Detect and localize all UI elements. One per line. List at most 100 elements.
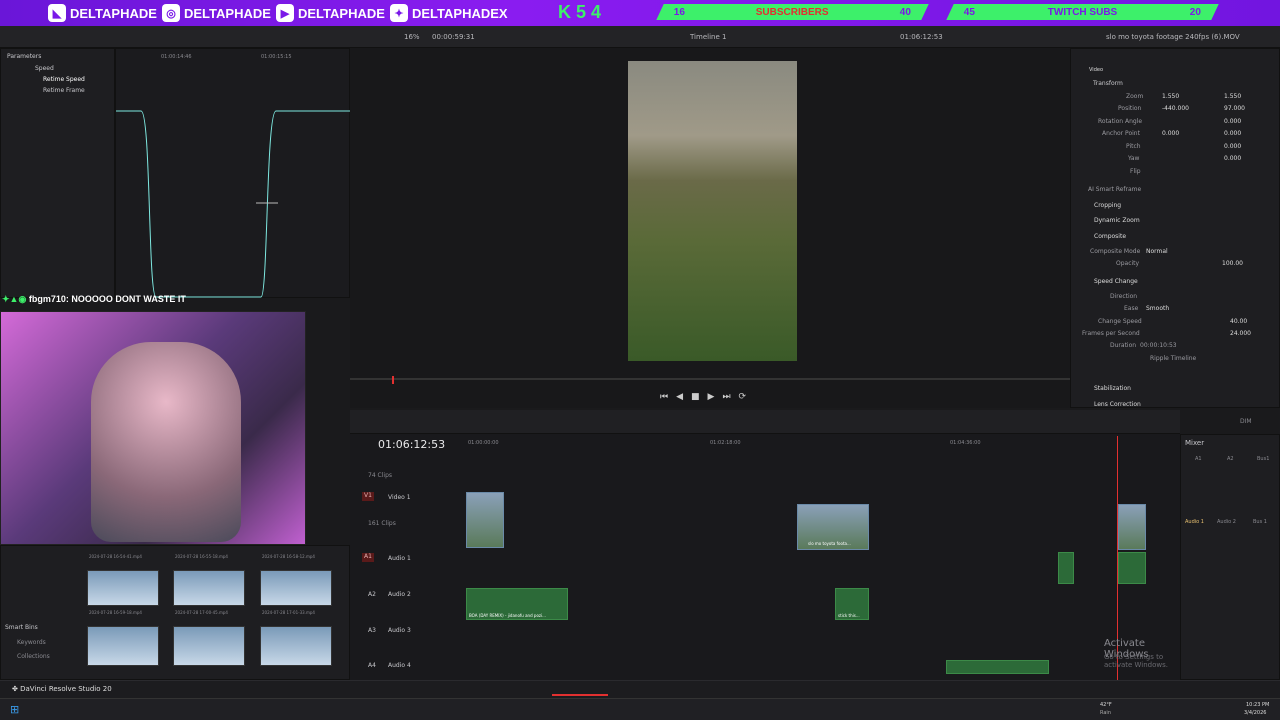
param-retime-frame[interactable]: Retime Frame <box>43 87 85 94</box>
scrubber[interactable] <box>350 378 1070 380</box>
section-label: Composite <box>1094 233 1127 240</box>
fps-row[interactable]: Frames per Second 24.000 <box>1080 330 1270 340</box>
collections-bin[interactable]: Collections <box>17 653 50 660</box>
row-label: Pitch <box>1126 143 1141 150</box>
video-clip[interactable] <box>1118 504 1146 550</box>
timeline-name[interactable]: Timeline 1 <box>690 33 726 41</box>
zoom-y[interactable]: 1.550 <box>1224 93 1241 100</box>
video-clip[interactable] <box>466 492 504 548</box>
row-label: Opacity <box>1116 260 1140 267</box>
section-stabilization[interactable]: Stabilization <box>1080 385 1270 395</box>
opacity-value[interactable]: 100.00 <box>1222 260 1243 267</box>
rotation-value[interactable]: 0.000 <box>1224 118 1241 125</box>
yaw-row[interactable]: Yaw 0.000 <box>1080 155 1270 165</box>
media-thumb[interactable] <box>260 626 332 666</box>
mixer-strip-label: Bus 1 <box>1253 519 1267 525</box>
media-thumb[interactable] <box>87 626 159 666</box>
ripple-row[interactable]: Ripple Timeline <box>1080 355 1270 365</box>
timeline[interactable]: 01:06:12:53 01:00:00:00 01:02:18:00 01:0… <box>350 434 1180 680</box>
audio-clip[interactable] <box>946 660 1049 674</box>
audio-clip[interactable] <box>1058 552 1074 584</box>
composite-mode-select[interactable]: Normal <box>1146 248 1168 255</box>
change-speed-value[interactable]: 40.00 <box>1230 318 1247 325</box>
audio-clip[interactable]: BOA (DAY REMIX) - jidanofu and pozi... <box>466 588 568 620</box>
media-thumb[interactable] <box>260 570 332 606</box>
media-thumb[interactable] <box>173 626 245 666</box>
viewer[interactable]: ⏮◀■▶⏭⟳ <box>350 48 1070 408</box>
smart-bins[interactable]: Smart Bins <box>5 624 38 631</box>
ruler-tick: 01:00:00:00 <box>468 440 499 446</box>
a3-track-id[interactable]: A3 <box>368 627 376 634</box>
chat-message: ✦▲◉ fbgm710: NOOOOO DONT WASTE IT <box>2 294 302 308</box>
section-speed-change[interactable]: Speed Change <box>1080 278 1270 288</box>
pitch-row[interactable]: Pitch 0.000 <box>1080 143 1270 153</box>
param-speed[interactable]: Speed <box>35 65 54 72</box>
keywords-bin[interactable]: Keywords <box>17 639 46 646</box>
section-dynamic-zoom[interactable]: Dynamic Zoom <box>1080 217 1270 227</box>
ease-select[interactable]: Smooth <box>1146 305 1169 312</box>
zoom-x[interactable]: 1.550 <box>1162 93 1179 100</box>
toolbar: 16% 00:00:59:31 Timeline 1 01:06:12:53 s… <box>0 26 1280 48</box>
media-thumb[interactable] <box>87 570 159 606</box>
audio-clip[interactable] <box>1118 552 1146 584</box>
yaw-value[interactable]: 0.000 <box>1224 155 1241 162</box>
curve-editor[interactable]: 01:00:14:46 01:00:15:15 <box>115 48 351 299</box>
flip-row[interactable]: Flip <box>1080 168 1270 178</box>
youtube-handle: ▶ DELTAPHADE <box>276 3 385 23</box>
app-name-text: DaVinci Resolve Studio 20 <box>20 685 112 693</box>
twitter-icon: ✦ <box>390 4 408 22</box>
goal-target: 40 <box>899 6 911 18</box>
opacity-row[interactable]: Opacity 100.00 <box>1080 260 1270 270</box>
change-speed-row[interactable]: Change Speed 40.00 <box>1080 318 1270 328</box>
scrubber-playhead[interactable] <box>392 376 394 384</box>
handle-text: DELTAPHADEX <box>412 5 508 21</box>
goal-label: SUBSCRIBERS <box>756 6 829 18</box>
audio-clip[interactable]: stick this... <box>835 588 869 620</box>
thumb-name: 2024-07-28 17-01-33.mp4 <box>262 610 315 615</box>
active-page-indicator <box>552 694 608 696</box>
duration-row[interactable]: Duration 00:00:10:53 <box>1080 342 1270 352</box>
ripple-label: Ripple Timeline <box>1150 355 1197 362</box>
composite-mode-row[interactable]: Composite Mode Normal <box>1080 248 1270 258</box>
v1-clip-count: 161 Clips <box>368 520 396 527</box>
rotation-row[interactable]: Rotation Angle 0.000 <box>1080 118 1270 128</box>
dim-button[interactable]: DIM <box>1240 418 1252 425</box>
position-row[interactable]: Position -440.000 97.000 <box>1080 105 1270 115</box>
anchor-row[interactable]: Anchor Point 0.000 0.000 <box>1080 130 1270 140</box>
duration-value[interactable]: 00:00:10:53 <box>1140 342 1177 349</box>
section-ai-reframe[interactable]: AI Smart Reframe <box>1080 186 1270 196</box>
speed-curve[interactable] <box>116 49 351 299</box>
section-cropping[interactable]: Cropping <box>1080 202 1270 212</box>
media-thumb[interactable] <box>173 570 245 606</box>
fps-value[interactable]: 24.000 <box>1230 330 1251 337</box>
direction-row[interactable]: Direction <box>1080 293 1270 303</box>
start-icon[interactable]: ⊞ <box>10 703 19 716</box>
zoom-row[interactable]: Zoom 1.550 1.550 <box>1080 93 1270 103</box>
parameters-title: Parameters <box>7 53 42 60</box>
ruler-tick: 01:04:36:00 <box>950 440 981 446</box>
activate-windows-subtitle: Go to Settings to activate Windows. <box>1104 653 1169 669</box>
twitch-handle: ◣ DELTAPHADE <box>48 3 157 23</box>
section-label: Cropping <box>1094 202 1122 209</box>
video-clip[interactable]: slo mo toyota foota... <box>797 504 869 550</box>
pitch-value[interactable]: 0.000 <box>1224 143 1241 150</box>
a1-track-id[interactable]: A1 <box>362 553 374 562</box>
goal-current: 16 <box>674 6 686 18</box>
weather-temp: 42°F <box>1100 702 1112 708</box>
position-y[interactable]: 97.000 <box>1224 105 1245 112</box>
section-label: Dynamic Zoom <box>1094 217 1140 224</box>
position-x[interactable]: -440.000 <box>1162 105 1189 112</box>
transport-controls[interactable]: ⏮◀■▶⏭⟳ <box>660 392 754 402</box>
zoom-level[interactable]: 16% <box>404 33 420 41</box>
v1-track-name: Video 1 <box>388 494 411 501</box>
ease-row[interactable]: Ease Smooth <box>1080 305 1270 315</box>
param-retime-speed[interactable]: Retime Speed <box>43 76 85 83</box>
section-composite[interactable]: Composite <box>1080 233 1270 243</box>
handle-text: DELTAPHADE <box>184 5 271 21</box>
a4-track-id[interactable]: A4 <box>368 662 376 669</box>
a2-track-id[interactable]: A2 <box>368 591 376 598</box>
tab-video[interactable]: Video <box>1089 67 1103 73</box>
anchor-x[interactable]: 0.000 <box>1162 130 1179 137</box>
anchor-y[interactable]: 0.000 <box>1224 130 1241 137</box>
v1-track-id[interactable]: V1 <box>362 492 374 501</box>
